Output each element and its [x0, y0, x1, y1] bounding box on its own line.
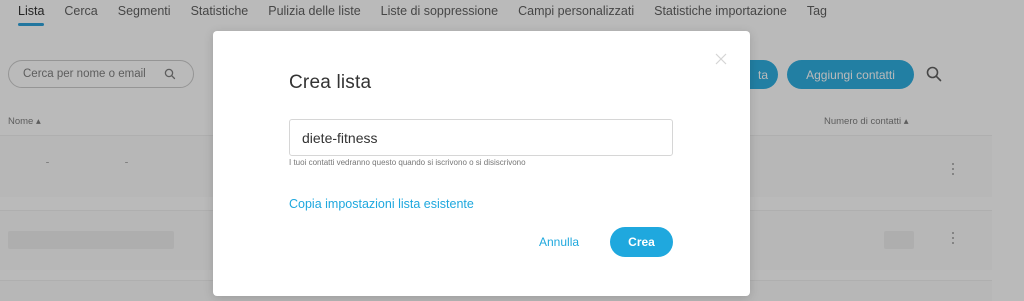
- copy-settings-link[interactable]: Copia impostazioni lista esistente: [289, 197, 474, 211]
- create-button-label: Crea: [628, 235, 655, 249]
- create-button[interactable]: Crea: [610, 227, 673, 257]
- helper-text: I tuoi contatti vedranno questo quando s…: [289, 158, 526, 167]
- create-list-modal: Crea lista I tuoi contatti vedranno ques…: [213, 31, 750, 296]
- list-name-input[interactable]: [289, 119, 673, 156]
- modal-title: Crea lista: [289, 72, 372, 93]
- close-icon[interactable]: [713, 51, 729, 67]
- cancel-button[interactable]: Annulla: [539, 235, 579, 249]
